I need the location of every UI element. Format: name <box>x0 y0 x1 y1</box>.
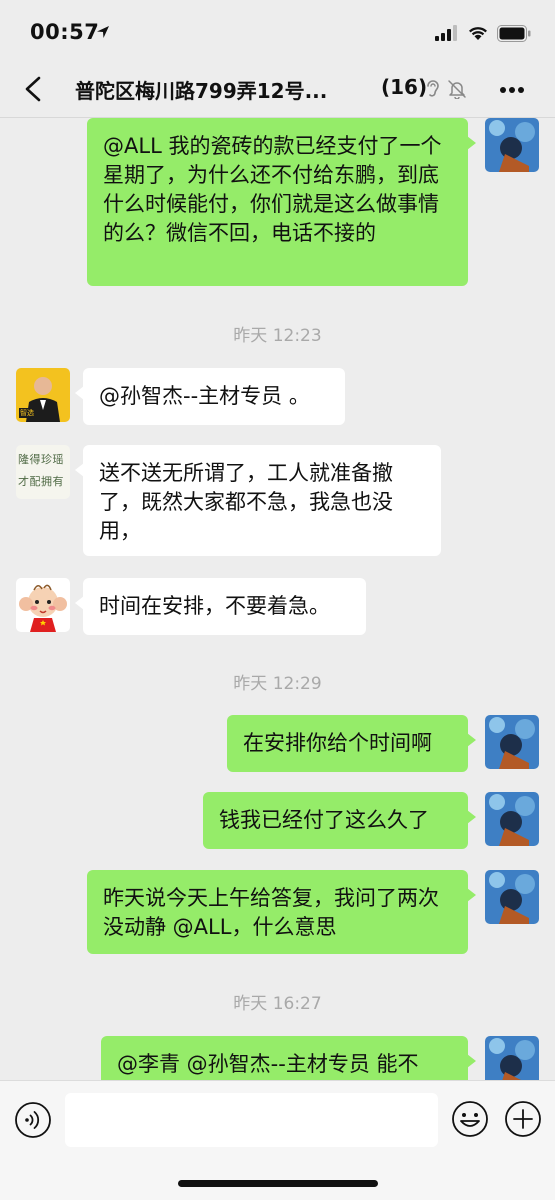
timestamp: 昨天 16:27 <box>233 994 322 1014</box>
avatar-self[interactable] <box>485 870 539 924</box>
avatar-self[interactable] <box>485 792 539 846</box>
location-arrow-icon <box>97 26 109 38</box>
signal-icon <box>435 25 457 41</box>
outgoing-bubble[interactable]: 在安排你给个时间啊 <box>227 715 476 772</box>
avatar-self[interactable] <box>485 715 539 769</box>
chat-header: 普陀区梅川路799弄12号... (16) <box>0 60 555 118</box>
avatar-agent[interactable]: 智选 <box>16 368 70 422</box>
message-input[interactable] <box>65 1093 438 1147</box>
message-item: 智选 @孙智杰--主材专员 。 <box>0 368 555 428</box>
plus-icon[interactable] <box>503 1099 543 1139</box>
message-item: @ALL 我的瓷砖的款已经支付了一个星期了，为什么还不付给东鹏，到底什么时候能付… <box>0 118 555 288</box>
message-item: 在安排你给个时间啊 <box>0 715 555 775</box>
avatar-self[interactable] <box>485 1036 539 1080</box>
home-indicator <box>178 1180 378 1187</box>
avatar-self[interactable] <box>485 118 539 172</box>
outgoing-bubble[interactable]: 昨天说今天上午给答复，我问了两次没动静 @ALL，什么意思 <box>87 870 476 954</box>
message-item: 隆得珍瑶才配拥有 送不送无所谓了，工人就准备撤了，既然大家都不急，我急也没用， <box>0 445 555 560</box>
status-bar: 00:57 <box>0 0 555 60</box>
chat-title: 普陀区梅川路799弄12号... <box>75 79 328 103</box>
outgoing-bubble[interactable]: @李青 @孙智杰--主材专员 能不 <box>101 1036 476 1080</box>
timestamp: 昨天 12:29 <box>233 674 322 694</box>
avatar-badge-text: 智选 <box>20 409 34 417</box>
status-indicators <box>435 22 531 44</box>
message-item: 昨天说今天上午给答复，我问了两次没动静 @ALL，什么意思 <box>0 870 555 958</box>
incoming-bubble[interactable]: 送不送无所谓了，工人就准备撤了，既然大家都不急，我急也没用， <box>75 445 441 556</box>
incoming-bubble[interactable]: 时间在安排，不要着急。 <box>75 578 366 635</box>
more-dots-icon[interactable] <box>499 86 525 94</box>
battery-icon <box>497 24 531 42</box>
outgoing-bubble[interactable]: @ALL 我的瓷砖的款已经支付了一个星期了，为什么还不付给东鹏，到底什么时候能付… <box>87 118 476 286</box>
incoming-bubble[interactable]: @孙智杰--主材专员 。 <box>75 368 345 425</box>
bell-off-icon <box>448 80 466 99</box>
outgoing-bubble[interactable]: 钱我已经付了这么久了 <box>203 792 476 849</box>
member-count: (16) <box>381 75 428 99</box>
avatar-cartoon[interactable] <box>16 578 70 632</box>
status-time: 00:57 <box>30 20 100 44</box>
message-item: 钱我已经付了这么久了 <box>0 792 555 852</box>
avatar-calligraphy-text: 隆得珍瑶才配拥有 <box>18 453 64 488</box>
message-item: 时间在安排，不要着急。 <box>0 578 555 638</box>
ear-icon <box>427 80 439 97</box>
emoji-icon[interactable] <box>450 1099 490 1139</box>
wifi-icon <box>469 27 487 40</box>
message-list[interactable]: @ALL 我的瓷砖的款已经支付了一个星期了，为什么还不付给东鹏，到底什么时候能付… <box>0 118 555 1080</box>
timestamp: 昨天 12:23 <box>233 326 322 346</box>
avatar-calligraphy[interactable]: 隆得珍瑶才配拥有 <box>16 445 70 499</box>
message-item: @李青 @孙智杰--主材专员 能不 <box>0 1036 555 1080</box>
voice-icon[interactable] <box>14 1101 52 1139</box>
chevron-left-icon[interactable] <box>22 76 46 102</box>
